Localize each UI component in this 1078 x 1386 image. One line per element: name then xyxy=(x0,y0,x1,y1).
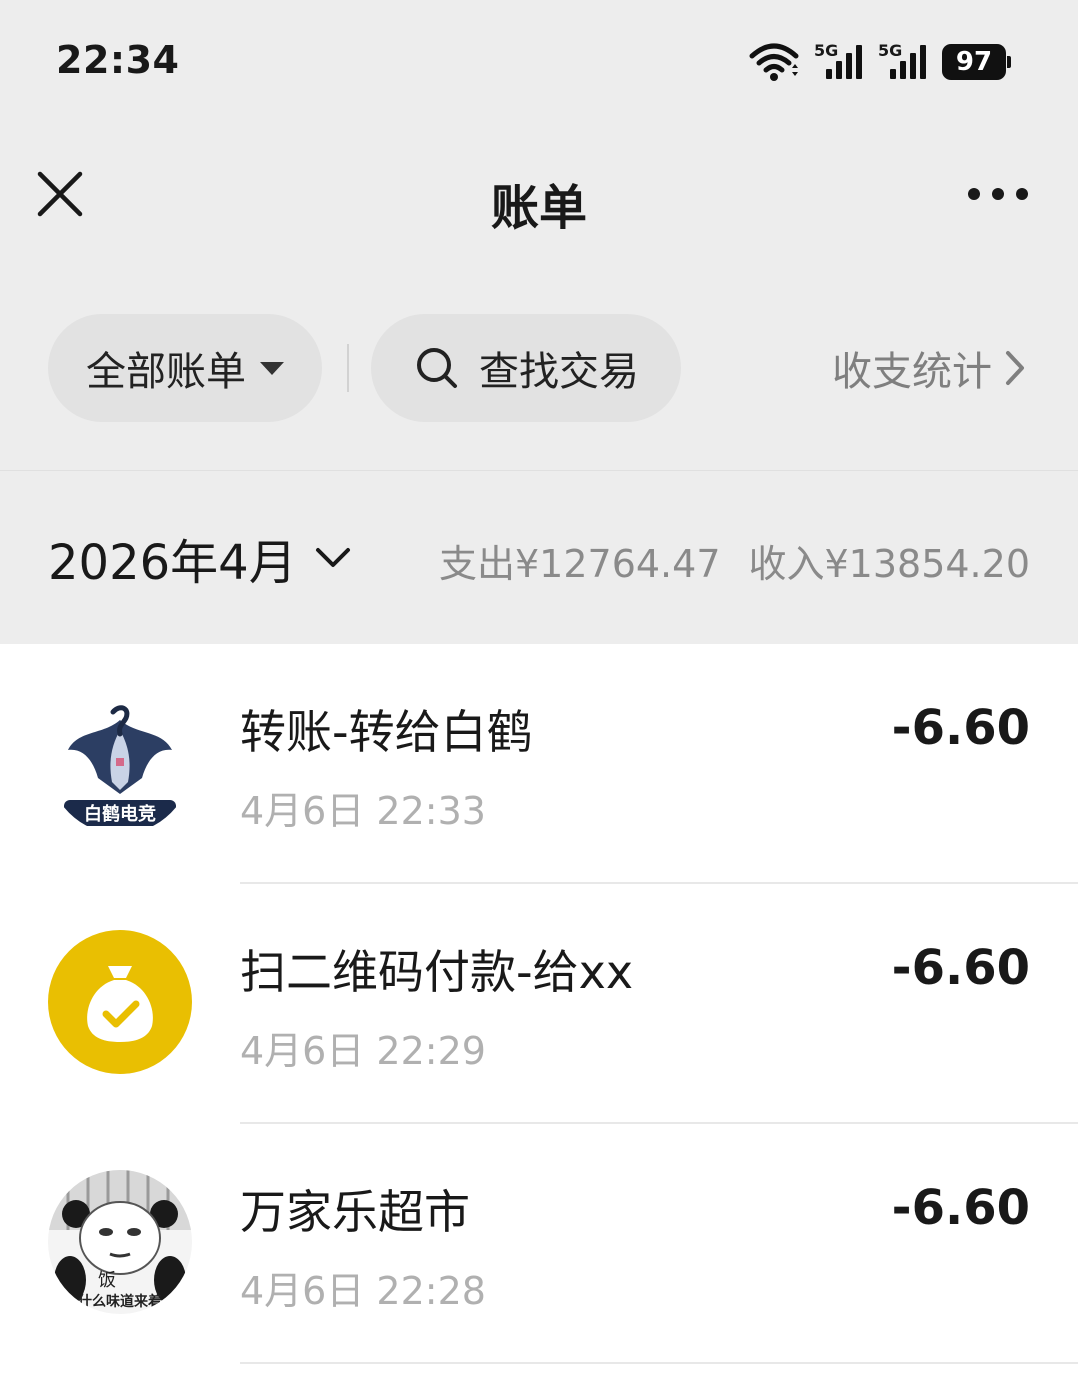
month-picker[interactable]: 2026年4月 xyxy=(48,523,351,593)
money-bag-icon xyxy=(87,966,153,1042)
transaction-name: 万家乐超市 xyxy=(240,1185,470,1239)
avatar: 白鹤电竞 xyxy=(48,690,192,834)
month-header: 2026年4月 支出¥12764.47 收入¥13854.20 xyxy=(0,470,1078,644)
expense-total: 支出¥12764.47 xyxy=(439,542,721,586)
transaction-time: 4月6日 22:33 xyxy=(240,789,486,833)
status-icons: 5G 5G 97 xyxy=(748,40,1011,84)
avatar-caption-top: 饭 xyxy=(98,1270,116,1291)
transaction-name: 扫二维码付款-给xx xyxy=(240,945,634,999)
stats-link[interactable]: 收支统计 xyxy=(832,314,1026,422)
transaction-amount: -6.60 xyxy=(891,940,1030,996)
caret-down-icon xyxy=(260,361,284,375)
wifi-icon xyxy=(749,43,799,81)
transaction-amount: -6.60 xyxy=(891,700,1030,756)
transaction-time: 4月6日 22:28 xyxy=(240,1269,486,1313)
status-time: 22:34 xyxy=(56,38,180,82)
signal-icon-sim1: 5G xyxy=(814,41,864,83)
status-bar: 22:34 5G 5G 97 xyxy=(0,0,1078,120)
avatar-caption-bottom: 什么味道来着 xyxy=(78,1293,162,1310)
chevron-right-icon xyxy=(1006,351,1024,385)
chevron-down-icon xyxy=(315,548,350,567)
avatar: 饭 什么味道来着 xyxy=(48,1170,192,1314)
search-transactions-button[interactable]: 查找交易 xyxy=(371,314,681,422)
transaction-row[interactable]: 白鹤电竞 转账-转给白鹤 4月6日 22:33 -6.60 xyxy=(0,644,1078,884)
more-dots-icon xyxy=(968,188,980,200)
all-bills-label: 全部账单 xyxy=(86,349,246,395)
transaction-row[interactable]: 扫二维码付款-给xx 4月6日 22:29 -6.60 xyxy=(0,884,1078,1124)
nav-bar: 账单 xyxy=(0,140,1078,250)
page-title: 账单 xyxy=(490,180,587,236)
crane-logo-icon: 白鹤电竞 xyxy=(48,690,192,834)
month-label: 2026年4月 xyxy=(48,535,297,591)
divider xyxy=(347,344,349,392)
avatar-logo-text: 白鹤电竞 xyxy=(84,803,156,825)
transaction-list: 白鹤电竞 转账-转给白鹤 4月6日 22:33 -6.60 扫二维码付款-给xx… xyxy=(0,644,1078,1386)
avatar xyxy=(48,930,192,1074)
transaction-amount: -6.60 xyxy=(891,1180,1030,1236)
transaction-row[interactable]: 饭 什么味道来着 万家乐超市 4月6日 22:28 -6.60 xyxy=(0,1124,1078,1364)
more-button[interactable] xyxy=(968,184,1028,204)
all-bills-dropdown[interactable]: 全部账单 xyxy=(48,314,322,422)
month-summary: 支出¥12764.47 收入¥13854.20 xyxy=(439,533,1030,588)
stats-label: 收支统计 xyxy=(832,349,992,395)
transaction-name: 转账-转给白鹤 xyxy=(240,705,533,759)
panda-meme-icon: 饭 什么味道来着 xyxy=(48,1170,192,1314)
battery-level: 97 xyxy=(955,47,993,77)
signal-icon-sim2: 5G xyxy=(878,41,928,83)
search-icon xyxy=(417,348,457,388)
battery-icon: 97 xyxy=(942,44,1011,80)
search-label: 查找交易 xyxy=(479,349,639,395)
row-divider xyxy=(240,1362,1078,1364)
income-total: 收入¥13854.20 xyxy=(748,542,1031,586)
transaction-time: 4月6日 22:29 xyxy=(240,1029,486,1073)
close-icon xyxy=(37,171,83,217)
filter-row: 全部账单 查找交易 收支统计 xyxy=(0,314,1078,422)
close-button[interactable] xyxy=(32,166,88,222)
